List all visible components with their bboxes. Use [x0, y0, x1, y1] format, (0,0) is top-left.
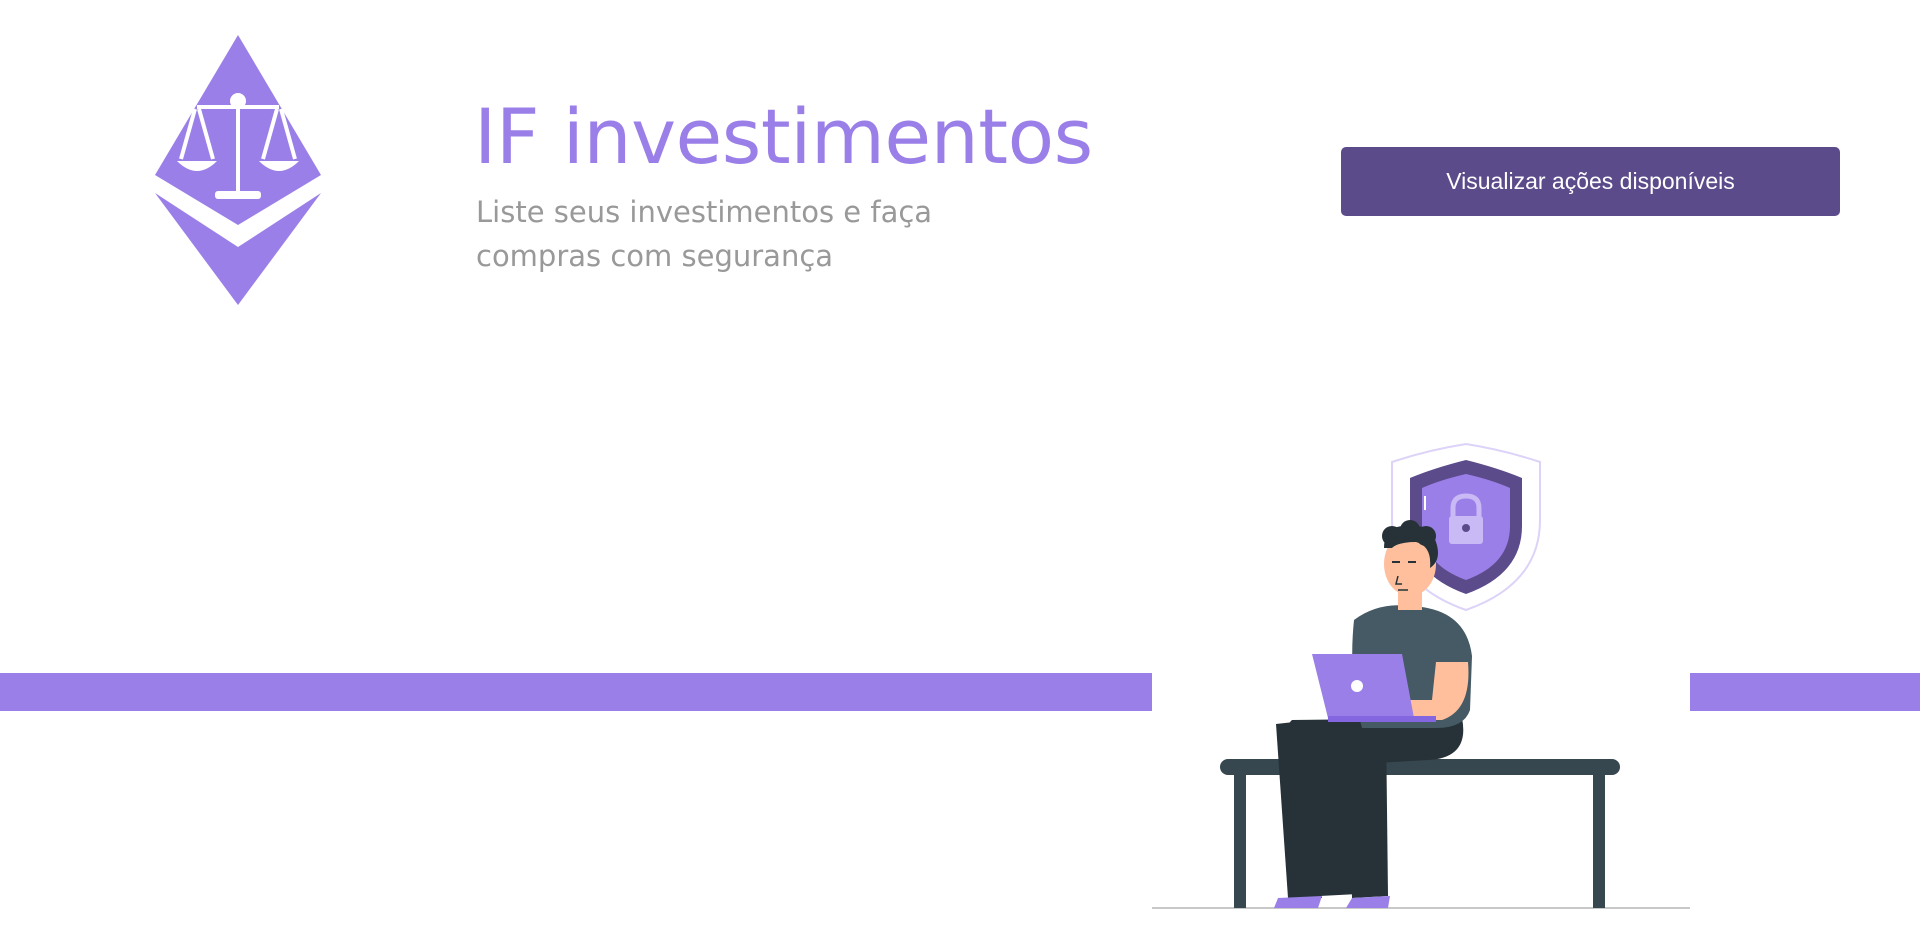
page-subtitle: Liste seus investimentos e faça compras … [476, 195, 933, 273]
landing-page: IF investimentos Liste seus investimento… [0, 0, 1920, 938]
person-with-laptop-illustration [1152, 438, 1690, 912]
view-available-stocks-button[interactable]: Visualizar ações disponíveis [1341, 147, 1840, 216]
accent-band-right [1690, 673, 1920, 711]
scales-of-justice-logo-icon [155, 35, 321, 305]
page-title: IF investimentos [474, 92, 1093, 181]
accent-band-left [0, 673, 1152, 711]
